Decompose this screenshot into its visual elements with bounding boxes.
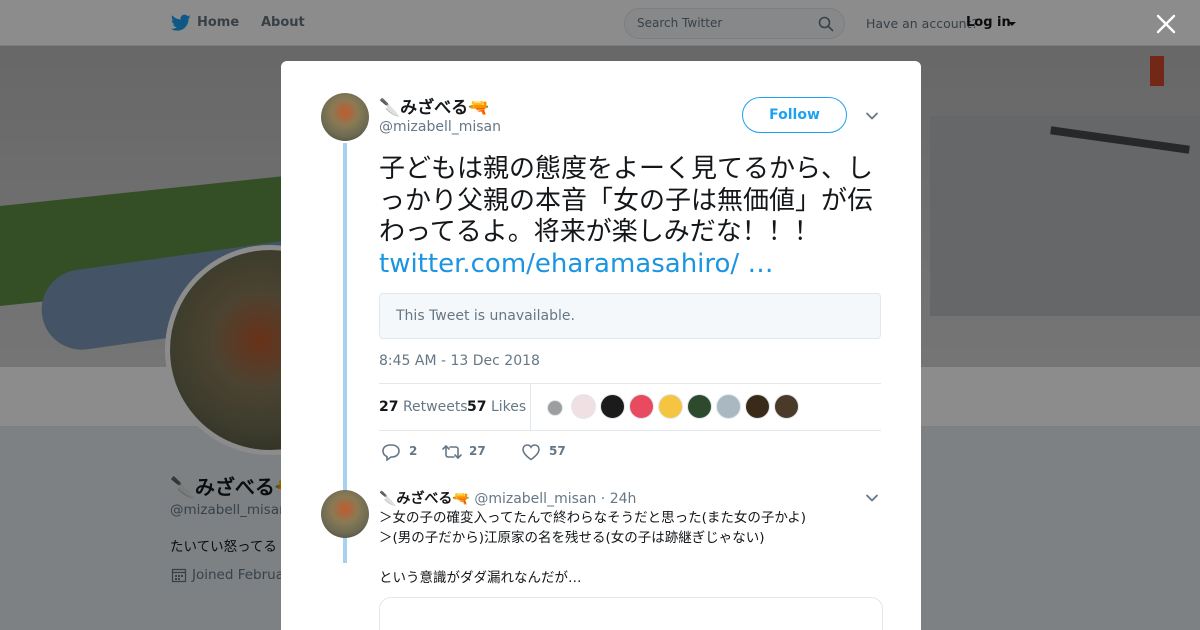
tweet-text: 子どもは親の態度をよーく見てるから、しっかり父親の本音「女の子は無価値」が伝わっ… bbox=[379, 154, 879, 280]
reply-author-handle[interactable]: @mizabell_misan bbox=[474, 491, 596, 507]
unavailable-text: This Tweet is unavailable. bbox=[396, 308, 575, 324]
tweet-modal: 🔪みざべる🔫 @mizabell_misan Follow 子どもは親の態度をよ… bbox=[281, 61, 921, 630]
liker-avatar[interactable] bbox=[774, 394, 799, 419]
stats-divider bbox=[530, 384, 531, 430]
retweets-count: 27 bbox=[379, 399, 399, 415]
tweet-stats: 27 Retweets 57 Likes bbox=[379, 383, 881, 431]
tweet-author-name[interactable]: 🔪みざべる🔫 bbox=[379, 93, 489, 118]
tweet-actions: 2 27 57 bbox=[381, 441, 641, 463]
likes-count: 57 bbox=[467, 399, 487, 415]
likes-stat[interactable]: 57 Likes bbox=[467, 399, 526, 415]
reply-text: ＞女の子の確変入ってたんで終わらなそうだと思った(また女の子かよ) ＞(男の子だ… bbox=[379, 510, 807, 586]
retweet-count: 27 bbox=[469, 444, 486, 458]
follow-button[interactable]: Follow bbox=[742, 97, 847, 133]
like-count: 57 bbox=[549, 444, 566, 458]
chevron-down-icon[interactable] bbox=[865, 491, 879, 505]
liker-avatar[interactable] bbox=[745, 394, 770, 419]
reply-count: 2 bbox=[409, 444, 418, 458]
chevron-down-icon[interactable] bbox=[865, 109, 879, 123]
close-icon[interactable] bbox=[1155, 13, 1177, 35]
retweets-label: Retweets bbox=[402, 399, 468, 415]
tweet-body-text: 子どもは親の態度をよーく見てるから、しっかり父親の本音「女の子は無価値」が伝わっ… bbox=[379, 154, 874, 247]
tweet-author-handle[interactable]: @mizabell_misan bbox=[379, 119, 501, 135]
liker-avatar[interactable] bbox=[629, 394, 654, 419]
liker-avatar[interactable] bbox=[716, 394, 741, 419]
tweet-link[interactable]: twitter.com/eharamasahiro/ … bbox=[379, 249, 773, 279]
liker-avatar[interactable] bbox=[600, 394, 625, 419]
reply-header: 🔪みざべる🔫 @mizabell_misan · 24h bbox=[379, 488, 636, 508]
liker-avatar[interactable] bbox=[658, 394, 683, 419]
retweet-icon bbox=[442, 445, 462, 459]
heart-icon bbox=[522, 444, 540, 461]
likes-label: Likes bbox=[490, 399, 527, 415]
reply-author-avatar[interactable] bbox=[321, 490, 369, 538]
reply-icon bbox=[382, 444, 400, 461]
reply-media-card[interactable] bbox=[379, 597, 883, 630]
tweet-timestamp[interactable]: 8:45 AM - 13 Dec 2018 bbox=[379, 353, 540, 369]
liker-avatar[interactable] bbox=[547, 400, 563, 416]
retweets-stat[interactable]: 27 Retweets bbox=[379, 399, 468, 415]
reply-time[interactable]: · 24h bbox=[601, 491, 637, 507]
liker-avatar[interactable] bbox=[571, 394, 596, 419]
liker-avatar[interactable] bbox=[687, 394, 712, 419]
quoted-tweet-unavailable: This Tweet is unavailable. bbox=[379, 293, 881, 339]
reply-author-name[interactable]: 🔪みざべる🔫 bbox=[379, 491, 470, 507]
tweet-author-avatar[interactable] bbox=[321, 93, 369, 141]
